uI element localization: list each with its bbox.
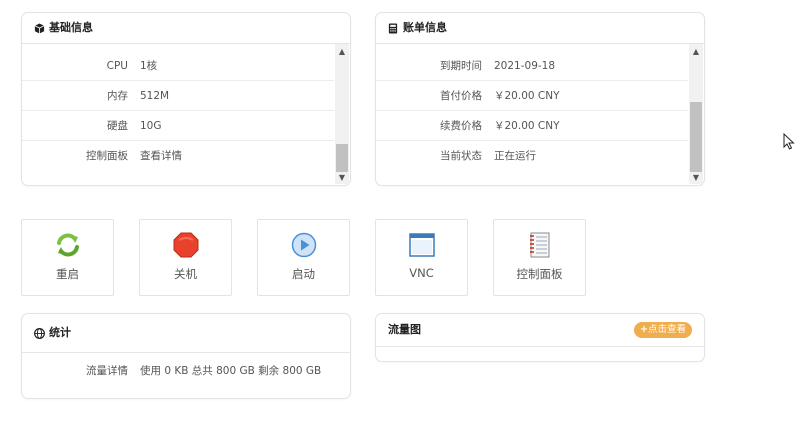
row-value: 512M [140, 89, 170, 102]
row-label: 控制面板 [86, 150, 128, 162]
billing-info-scrollbar[interactable]: ▲ ▼ [689, 44, 703, 184]
scroll-up-arrow-icon[interactable]: ▲ [689, 44, 703, 58]
row-label: 内存 [107, 90, 128, 102]
row-label: 当前状态 [440, 150, 482, 162]
basic-info-header: 基础信息 [22, 13, 350, 44]
restart-icon [55, 232, 81, 258]
plus-icon: + [640, 324, 648, 335]
billing-row-renew-price: 续费价格 ￥20.00 CNY [376, 111, 688, 141]
scroll-thumb[interactable] [336, 144, 348, 172]
control-panel-button[interactable]: 控制面板 [493, 219, 586, 296]
row-value: 2021-09-18 [494, 59, 556, 72]
row-value: 10G [140, 119, 162, 132]
billing-row-status: 当前状态 正在运行 [376, 141, 688, 170]
shutdown-button[interactable]: 关机 [139, 219, 232, 296]
scroll-thumb[interactable] [690, 102, 702, 172]
basic-info-row-cpu: CPU 1核 [22, 51, 334, 81]
billing-info-title: 账单信息 [403, 21, 447, 34]
mouse-cursor-icon [783, 132, 795, 153]
scroll-up-arrow-icon[interactable]: ▲ [335, 44, 349, 58]
basic-info-row-memory: 内存 512M [22, 81, 334, 111]
globe-icon [34, 327, 45, 339]
view-traffic-button[interactable]: +点击查看 [634, 322, 692, 338]
row-value: ￥20.00 CNY [494, 120, 560, 132]
row-value: 1核 [140, 60, 158, 72]
traffic-usage-value: 使用 0 KB 总共 800 GB 剩余 800 GB [140, 365, 322, 377]
billing-row-first-price: 首付价格 ￥20.00 CNY [376, 81, 688, 111]
billing-info-rows: 到期时间 2021-09-18 首付价格 ￥20.00 CNY 续费价格 ￥20… [376, 51, 688, 170]
traffic-chart-panel: 流量图 +点击查看 [375, 313, 705, 362]
row-label: 流量详情 [86, 365, 128, 377]
basic-info-scrollbar[interactable]: ▲ ▼ [335, 44, 349, 184]
row-label: 到期时间 [440, 60, 482, 72]
billing-info-panel: 账单信息 到期时间 2021-09-18 首付价格 ￥20.00 CNY 续费价… [375, 12, 705, 186]
stats-header: 统计 [22, 314, 350, 353]
row-value: ￥20.00 CNY [494, 90, 560, 102]
billing-row-expiry: 到期时间 2021-09-18 [376, 51, 688, 81]
cube-icon [34, 22, 45, 34]
row-label: 首付价格 [440, 90, 482, 102]
basic-info-row-disk: 硬盘 10G [22, 111, 334, 141]
play-icon [291, 232, 317, 258]
basic-info-panel: 基础信息 CPU 1核 内存 512M 硬盘 10G 控制面板 查看详情 ▲ ▼ [21, 12, 351, 186]
basic-info-rows: CPU 1核 内存 512M 硬盘 10G 控制面板 查看详情 [22, 51, 334, 170]
view-details-link[interactable]: 查看详情 [140, 148, 182, 163]
row-label: 续费价格 [440, 120, 482, 132]
scroll-down-arrow-icon[interactable]: ▼ [689, 170, 703, 184]
status-value: 正在运行 [494, 150, 536, 162]
billing-info-header: 账单信息 [376, 13, 704, 44]
start-button[interactable]: 启动 [257, 219, 350, 296]
vnc-button[interactable]: VNC [375, 219, 468, 296]
row-label: CPU [106, 59, 128, 72]
stop-icon [173, 232, 199, 258]
basic-info-title: 基础信息 [49, 21, 93, 34]
traffic-details-row: 流量详情 使用 0 KB 总共 800 GB 剩余 800 GB [22, 356, 350, 385]
restart-label: 重启 [56, 267, 79, 281]
window-icon [408, 232, 435, 258]
shutdown-label: 关机 [174, 267, 197, 281]
scroll-down-arrow-icon[interactable]: ▼ [335, 170, 349, 184]
restart-button[interactable]: 重启 [21, 219, 114, 296]
row-label: 硬盘 [107, 120, 128, 132]
control-panel-label: 控制面板 [516, 267, 563, 281]
stats-panel: 统计 流量详情 使用 0 KB 总共 800 GB 剩余 800 GB [21, 313, 351, 399]
calculator-icon [388, 22, 399, 34]
view-traffic-label: 点击查看 [647, 324, 686, 335]
notebook-icon [527, 232, 553, 258]
vnc-label: VNC [409, 266, 434, 280]
traffic-chart-title: 流量图 [388, 323, 421, 336]
start-label: 启动 [292, 267, 315, 281]
stats-title: 统计 [49, 326, 71, 339]
basic-info-row-control-panel: 控制面板 查看详情 [22, 141, 334, 170]
